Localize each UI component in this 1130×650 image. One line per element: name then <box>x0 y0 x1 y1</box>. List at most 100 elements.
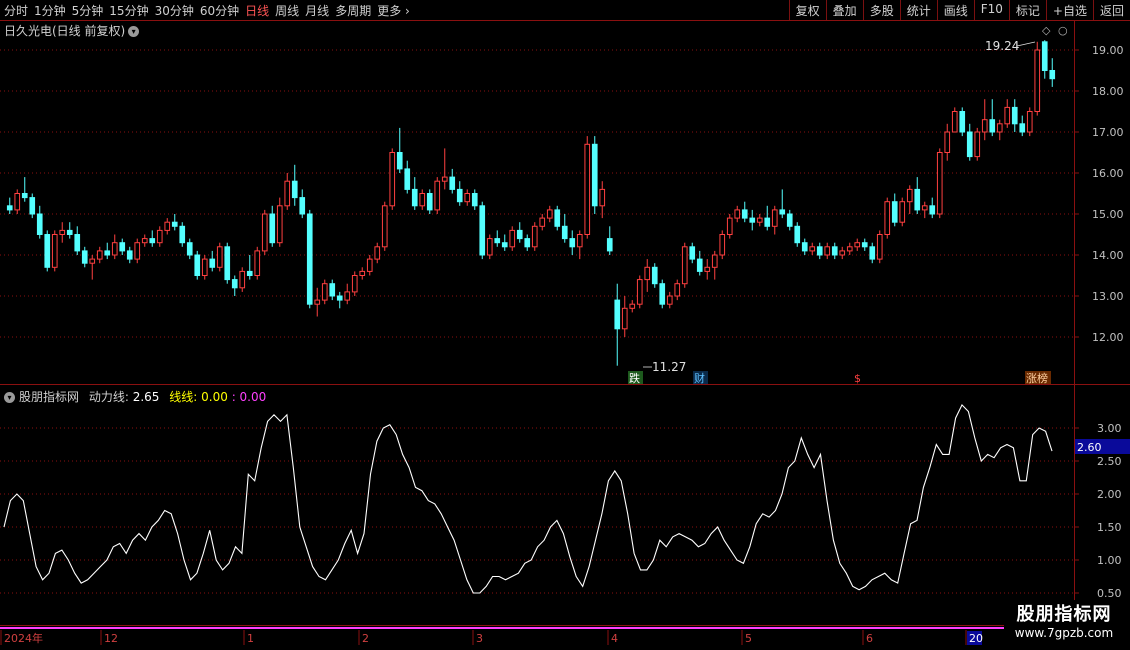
action-button[interactable]: 标记 <box>1008 0 1046 20</box>
candle-body <box>149 238 156 244</box>
candle-body <box>726 217 733 236</box>
candle-body <box>81 250 88 264</box>
action-button[interactable]: 多股 <box>862 0 900 20</box>
candle-body <box>944 131 951 153</box>
date-label: 12 <box>104 632 118 645</box>
candle-body <box>1011 106 1018 125</box>
action-button[interactable]: 复权 <box>788 0 826 20</box>
candle-body <box>156 229 163 244</box>
marker-dollar[interactable]: $ <box>854 372 861 385</box>
candle-body <box>239 270 246 289</box>
period-tab[interactable]: 5分钟 <box>72 2 110 19</box>
date-label: 1 <box>247 632 254 645</box>
price-axis-label: 19.00 <box>1092 44 1124 57</box>
candle-body <box>449 176 456 190</box>
action-button[interactable]: 返回 <box>1092 0 1130 20</box>
candle-body <box>554 209 561 227</box>
candle-body <box>966 131 973 158</box>
candle-body <box>389 152 396 207</box>
candle-body <box>666 295 673 305</box>
action-button[interactable]: 统计 <box>899 0 937 20</box>
indicator-axis-label: 2.00 <box>1097 488 1122 501</box>
candle-body <box>951 111 958 133</box>
period-tab[interactable]: 30分钟 <box>155 2 200 19</box>
candle-body <box>876 234 883 260</box>
candle-body <box>584 143 591 235</box>
chevron-down-icon[interactable]: ▾ <box>4 392 15 403</box>
candle-body <box>861 242 868 248</box>
action-buttons: 复权 叠加 多股 统计 画线 F10 标记 +自选 返回 <box>788 0 1130 20</box>
candle-body <box>996 123 1003 133</box>
candle-body <box>509 229 516 248</box>
period-tab[interactable]: 1分钟 <box>34 2 72 19</box>
candle-body <box>299 197 306 215</box>
action-button[interactable]: +自选 <box>1045 0 1093 20</box>
candle-body <box>801 242 808 252</box>
candle-body <box>261 213 268 252</box>
period-toolbar: 分时 1分钟 5分钟 15分钟 30分钟 60分钟 日线 周线 月线 多周期 更多 › 复权 叠加 多股… <box>0 0 1130 20</box>
candle-body <box>771 209 778 227</box>
chevron-down-icon[interactable]: ▾ <box>128 26 140 37</box>
candle-body <box>989 119 996 133</box>
candle-body <box>29 197 36 215</box>
diamond-icon[interactable]: ◇ <box>1042 24 1051 37</box>
candle-body <box>359 270 366 276</box>
candle-body <box>899 201 906 223</box>
line1-value: 2.65 <box>132 390 160 404</box>
period-tab[interactable]: 日线 <box>245 2 275 19</box>
indicator-current-value: 2.60 <box>1077 441 1102 454</box>
candle-body <box>621 307 628 330</box>
candle-body <box>606 238 613 252</box>
marker-fall[interactable]: 跌 <box>629 371 640 385</box>
period-tab[interactable]: 60分钟 <box>200 2 245 19</box>
period-tab[interactable]: 多周期 <box>335 2 377 19</box>
candle-body <box>749 217 756 223</box>
action-button[interactable]: 画线 <box>936 0 974 20</box>
candle-body <box>396 152 403 170</box>
price-axis-label: 18.00 <box>1092 85 1124 98</box>
period-tab[interactable]: 15分钟 <box>109 2 154 19</box>
candle-body <box>516 229 523 240</box>
candle-body <box>719 234 726 256</box>
period-tab[interactable]: 月线 <box>305 2 335 19</box>
period-tab[interactable]: 更多 › <box>377 2 416 19</box>
period-tab[interactable]: 分时 <box>4 2 34 19</box>
candle-body <box>321 283 328 301</box>
candle-body <box>1004 106 1011 125</box>
indicator-name: 股朋指标网 <box>19 390 80 404</box>
candle-body <box>111 242 118 256</box>
candle-body <box>381 205 388 248</box>
indicator-axis-label: 3.00 <box>1097 422 1122 435</box>
candle-body <box>1049 70 1056 80</box>
candle-body <box>66 229 73 235</box>
candle-body <box>884 201 891 235</box>
candle-body <box>104 250 111 256</box>
candle-body <box>209 258 216 268</box>
indicator-axis-label: 0.50 <box>1097 587 1122 600</box>
candle-body <box>186 242 193 256</box>
candle-body <box>74 234 81 252</box>
period-tabs: 分时 1分钟 5分钟 15分钟 30分钟 60分钟 日线 周线 月线 多周期 更多 › <box>4 2 416 19</box>
candle-body <box>179 225 186 244</box>
low-label: 11.27 <box>652 360 686 374</box>
period-tab[interactable]: 周线 <box>275 2 305 19</box>
watermark-title: 股朋指标网 <box>1016 604 1112 625</box>
candle-body <box>891 201 898 223</box>
candle-body <box>779 209 786 215</box>
candle-body <box>741 209 748 219</box>
indicator-axis-label: 1.50 <box>1097 521 1122 534</box>
candle-body <box>846 246 853 252</box>
candle-body <box>6 205 13 211</box>
candle-body <box>21 193 28 199</box>
candle-body <box>704 266 711 272</box>
candle-body <box>734 209 741 219</box>
indicator-title-bar: ▾ 股朋指标网 动力线: 2.65 线线: 0.00 : 0.00 <box>4 388 266 405</box>
action-button[interactable]: F10 <box>973 0 1009 20</box>
date-highlight <box>967 631 982 645</box>
action-button[interactable]: 叠加 <box>825 0 863 20</box>
candle-body <box>524 238 531 248</box>
marker-finance[interactable]: 财 <box>694 371 705 385</box>
candle-body <box>644 266 651 281</box>
marker-top-list[interactable]: 涨榜 <box>1026 371 1048 385</box>
circle-icon[interactable]: ○ <box>1058 24 1068 37</box>
